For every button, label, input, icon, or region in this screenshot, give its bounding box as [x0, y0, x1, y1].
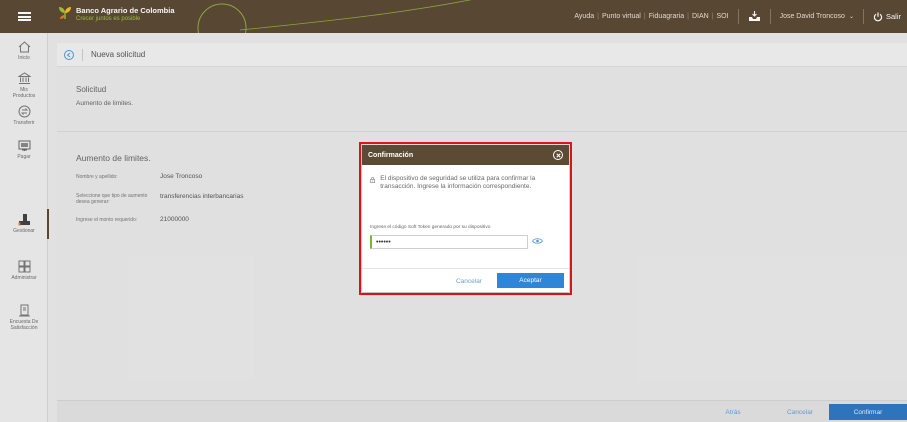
dialog-header: Confirmación: [362, 145, 569, 165]
soft-token-input[interactable]: ••••••: [370, 235, 528, 249]
confirmation-dialog: Confirmación El dispositivo de seguridad…: [362, 145, 569, 292]
accept-button[interactable]: Aceptar: [497, 273, 564, 288]
dialog-title: Confirmación: [368, 151, 414, 159]
dialog-message: El dispositivo de seguridad se utiliza p…: [370, 175, 560, 191]
dialog-footer: Cancelar Aceptar: [362, 268, 569, 292]
dialog-message-text: El dispositivo de seguridad se utiliza p…: [380, 175, 536, 190]
token-label: Ingrese el código Soft Token generado po…: [370, 225, 491, 230]
close-icon[interactable]: [553, 150, 563, 160]
show-password-icon[interactable]: [532, 237, 543, 245]
lock-icon: [370, 177, 375, 183]
cancel-button[interactable]: Cancelar: [439, 274, 499, 288]
